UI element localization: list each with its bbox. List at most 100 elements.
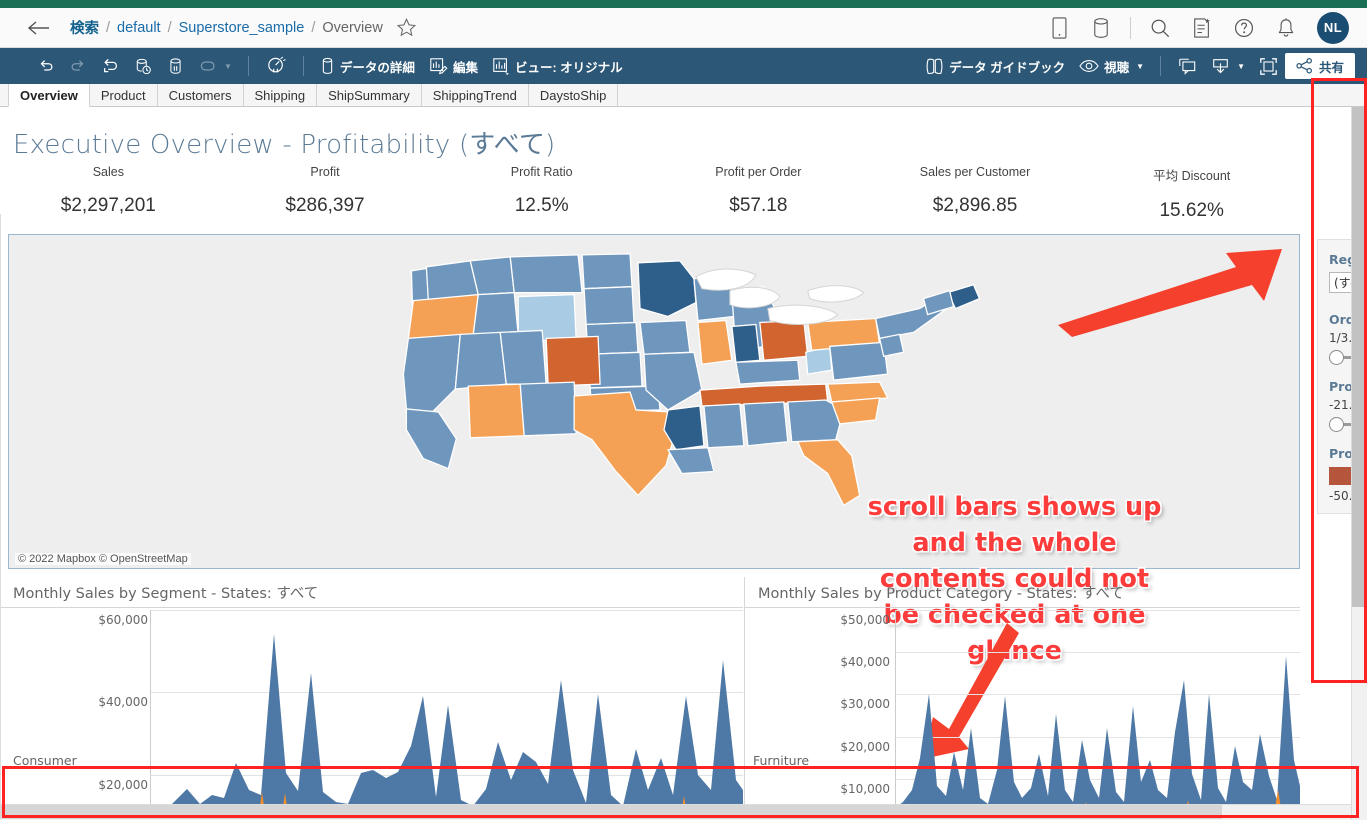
kpi-label: Sales per Customer: [867, 165, 1084, 179]
toolbar-divider: [303, 56, 304, 76]
y-axis-tick: $30,000: [840, 697, 890, 711]
view-original-button[interactable]: ビュー: オリジナル: [485, 51, 630, 81]
refresh-data-icon[interactable]: [127, 51, 160, 81]
sheet-tab-strip: Overview Product Customers Shipping Ship…: [0, 84, 1367, 107]
tab-daystoship[interactable]: DaystoShip: [529, 84, 618, 106]
avatar[interactable]: NL: [1317, 12, 1349, 44]
canvas-left-edge: [0, 214, 1, 820]
redo-button[interactable]: [62, 51, 94, 81]
watch-button[interactable]: 視聴 ▼: [1072, 51, 1151, 81]
help-icon[interactable]: [1223, 8, 1265, 48]
database-icon[interactable]: [1080, 8, 1122, 48]
header-divider: [1130, 17, 1131, 39]
mobile-icon[interactable]: [1038, 8, 1080, 48]
notifications-icon[interactable]: [1265, 8, 1307, 48]
y-axis-tick: $20,000: [98, 778, 148, 792]
data-details-button[interactable]: データの詳細: [313, 51, 422, 81]
breadcrumb-separator: /: [168, 20, 172, 36]
y-axis-tick: $20,000: [840, 740, 890, 754]
comment-icon[interactable]: [1170, 51, 1204, 81]
chevron-down-icon[interactable]: ▼: [1136, 62, 1144, 71]
breadcrumb-item-search[interactable]: 検索: [70, 17, 99, 38]
tab-overview[interactable]: Overview: [8, 84, 90, 107]
breadcrumb: 検索 / default / Superstore_sample / Overv…: [70, 17, 383, 38]
undo-button[interactable]: [30, 51, 62, 81]
download-icon[interactable]: ▼: [1204, 51, 1252, 81]
data-guide-label: データ ガイドブック: [949, 57, 1065, 76]
vertical-scrollbar-thumb[interactable]: [1352, 107, 1366, 607]
fullscreen-icon[interactable]: [1252, 51, 1285, 81]
loop-icon[interactable]: ▼: [191, 51, 239, 81]
kpi-avg-discount[interactable]: 平均 Discount 15.62%: [1083, 165, 1300, 222]
tab-customers[interactable]: Customers: [158, 84, 244, 106]
y-axis-tick: $40,000: [840, 655, 890, 669]
kpi-value: 15.62%: [1083, 200, 1300, 222]
new-workbook-icon[interactable]: [1181, 8, 1223, 48]
breadcrumb-item-default[interactable]: default: [117, 20, 161, 36]
kpi-label: 平均 Discount: [1083, 165, 1300, 184]
breadcrumb-item-workbook[interactable]: Superstore_sample: [179, 20, 305, 36]
tab-label: Overview: [20, 88, 78, 103]
tab-label: Product: [101, 88, 146, 103]
slider-handle[interactable]: [1329, 417, 1344, 432]
tab-label: Customers: [169, 88, 232, 103]
header-icon-group: NL: [1038, 8, 1367, 48]
tab-shipping[interactable]: Shipping: [244, 84, 318, 106]
chevron-down-icon[interactable]: ▼: [224, 62, 232, 71]
tab-label: Shipping: [255, 88, 306, 103]
chart-title: Monthly Sales by Segment - States: すべて: [13, 582, 318, 603]
breadcrumb-separator: /: [106, 20, 110, 36]
kpi-profit-ratio[interactable]: Profit Ratio 12.5%: [433, 165, 650, 222]
chart-title: Monthly Sales by Product Category - Stat…: [758, 582, 1124, 603]
breadcrumb-item-current: Overview: [322, 20, 382, 36]
tab-label: DaystoShip: [540, 88, 606, 103]
tab-shipsummary[interactable]: ShipSummary: [317, 84, 422, 106]
tab-shippingtrend[interactable]: ShippingTrend: [422, 84, 529, 106]
custom-views-icon[interactable]: [258, 51, 294, 81]
horizontal-scrollbar-thumb[interactable]: [0, 805, 1222, 819]
dashboard-canvas: Executive Overview - Profitability (すべて)…: [0, 107, 1367, 820]
kpi-profit[interactable]: Profit $286,397: [217, 165, 434, 222]
data-guide-button[interactable]: データ ガイドブック: [918, 51, 1072, 81]
profitability-map[interactable]: © 2022 Mapbox © OpenStreetMap: [8, 234, 1300, 569]
breadcrumb-bar: 検索 / default / Superstore_sample / Overv…: [0, 8, 1367, 48]
slider-handle[interactable]: [1329, 350, 1344, 365]
toolbar-divider: [1160, 56, 1161, 76]
y-axis-tick: $60,000: [98, 613, 148, 627]
kpi-profit-per-order[interactable]: Profit per Order $57.18: [650, 165, 867, 222]
back-arrow-icon[interactable]: [26, 15, 52, 41]
category-area-plot[interactable]: [895, 610, 1300, 820]
row-label-furniture: Furniture: [753, 753, 809, 768]
watch-label: 視聴: [1104, 57, 1129, 76]
kpi-label: Profit Ratio: [433, 165, 650, 179]
chevron-down-icon[interactable]: ▼: [1237, 62, 1245, 71]
revert-button[interactable]: [94, 51, 127, 81]
search-icon[interactable]: [1139, 8, 1181, 48]
kpi-sales-per-customer[interactable]: Sales per Customer $2,896.85: [867, 165, 1084, 222]
vertical-scrollbar-track[interactable]: [1351, 107, 1367, 820]
chart-title-divider: [0, 607, 743, 608]
edit-button[interactable]: 編集: [422, 51, 485, 81]
view-toolbar: ▼ データの詳細 編集 ビュー: オリジナル データ ガイドブック 視聴 ▼: [0, 48, 1367, 84]
data-details-label: データの詳細: [340, 57, 415, 76]
monthly-sales-by-product-category-chart[interactable]: Monthly Sales by Product Category - Stat…: [745, 577, 1300, 820]
tab-product[interactable]: Product: [90, 84, 158, 106]
kpi-value: $57.18: [650, 195, 867, 217]
kpi-row: Sales $2,297,201 Profit $286,397 Profit …: [0, 165, 1300, 222]
y-axis-tick: $50,000: [840, 613, 890, 627]
monthly-sales-by-segment-chart[interactable]: Monthly Sales by Segment - States: すべて $…: [0, 577, 743, 820]
tab-label: ShippingTrend: [433, 88, 517, 103]
share-button[interactable]: 共有: [1285, 53, 1355, 79]
kpi-label: Profit: [217, 165, 434, 179]
us-choropleth-map[interactable]: [9, 235, 1299, 568]
y-axis-tick: $10,000: [840, 782, 890, 796]
kpi-label: Profit per Order: [650, 165, 867, 179]
kpi-label: Sales: [0, 165, 217, 179]
horizontal-scrollbar-track[interactable]: [0, 804, 1351, 820]
pause-data-icon[interactable]: [160, 51, 191, 81]
kpi-value: $2,896.85: [867, 195, 1084, 217]
segment-area-plot[interactable]: [150, 610, 743, 820]
chart-title-divider: [745, 607, 1300, 608]
star-icon[interactable]: [396, 17, 418, 39]
kpi-sales[interactable]: Sales $2,297,201: [0, 165, 217, 222]
